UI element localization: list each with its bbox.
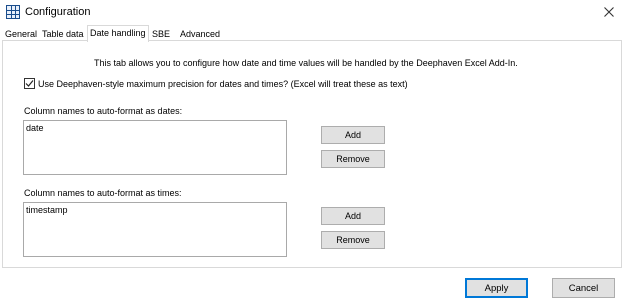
add-time-button[interactable]: Add bbox=[321, 207, 385, 225]
title-bar: Configuration bbox=[0, 0, 624, 24]
checkmark-icon bbox=[25, 80, 34, 87]
tab-description: This tab allows you to configure how dat… bbox=[94, 58, 518, 68]
grid-icon bbox=[6, 5, 20, 19]
times-label: Column names to auto-format as times: bbox=[24, 188, 182, 198]
max-precision-option[interactable]: Use Deephaven-style maximum precision fo… bbox=[24, 78, 408, 89]
apply-button[interactable]: Apply bbox=[465, 278, 528, 298]
times-listbox[interactable]: timestamp bbox=[23, 202, 287, 257]
cancel-button[interactable]: Cancel bbox=[552, 278, 615, 298]
window-title: Configuration bbox=[25, 6, 91, 18]
remove-date-button[interactable]: Remove bbox=[321, 150, 385, 168]
remove-time-button[interactable]: Remove bbox=[321, 231, 385, 249]
max-precision-checkbox[interactable] bbox=[24, 78, 35, 89]
dates-label: Column names to auto-format as dates: bbox=[24, 106, 183, 116]
close-button[interactable] bbox=[594, 0, 624, 24]
max-precision-label: Use Deephaven-style maximum precision fo… bbox=[38, 78, 408, 89]
close-icon bbox=[604, 7, 614, 17]
tab-strip: General Table data Date handling SBE Adv… bbox=[0, 25, 624, 42]
list-item[interactable]: timestamp bbox=[26, 205, 68, 215]
tab-date-handling[interactable]: Date handling bbox=[87, 25, 149, 42]
list-item[interactable]: date bbox=[26, 123, 44, 133]
add-date-button[interactable]: Add bbox=[321, 126, 385, 144]
dates-listbox[interactable]: date bbox=[23, 120, 287, 175]
